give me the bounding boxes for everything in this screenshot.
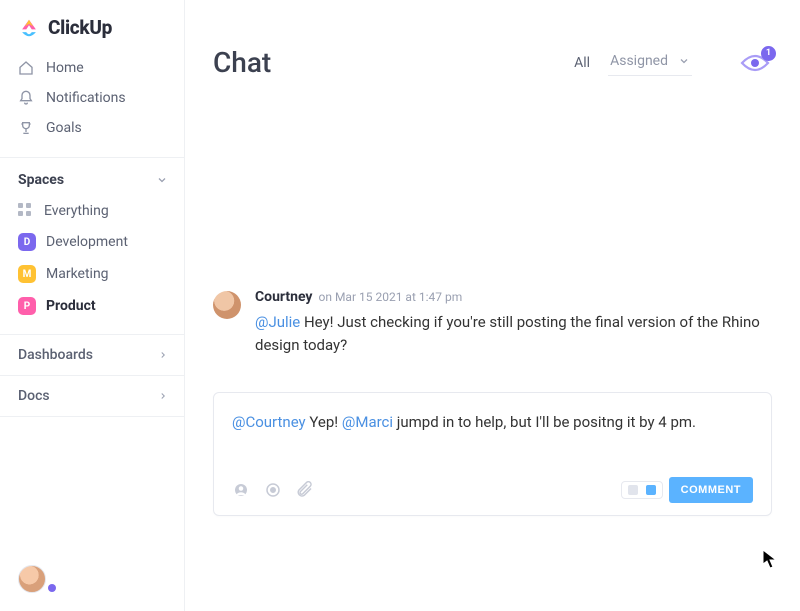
message-text-body: Hey! Just checking if you're still posti… [255, 313, 760, 354]
message-header: Courtney on Mar 15 2021 at 1:47 pm [255, 289, 772, 305]
nav-label: Goals [46, 120, 82, 136]
nav-dashboards[interactable]: Dashboards [0, 334, 184, 375]
meta-prefix: on [318, 290, 331, 304]
message-author: Courtney [255, 289, 312, 305]
message-body: Courtney on Mar 15 2021 at 1:47 pm @Juli… [255, 289, 772, 358]
mention[interactable]: @Marci [342, 413, 393, 431]
space-label: Marketing [46, 266, 109, 282]
nav-label: Notifications [46, 90, 126, 106]
space-label: Development [46, 234, 128, 250]
divider [0, 157, 184, 158]
spaces-heading[interactable]: Spaces [0, 164, 184, 190]
mention[interactable]: @Julie [255, 313, 300, 331]
composer-toolbar: COMMENT [232, 477, 753, 503]
chevron-down-icon [678, 55, 690, 67]
watchers-button[interactable]: 1 [740, 52, 770, 74]
nav-list: Home Notifications Goals [0, 53, 184, 151]
nav-docs[interactable]: Docs [0, 375, 184, 417]
space-badge: M [18, 265, 36, 283]
message-text: @Julie Hey! Just checking if you're stil… [255, 311, 772, 358]
chevron-right-icon [158, 391, 168, 401]
mention-icon[interactable] [232, 481, 250, 499]
section-label: Spaces [18, 172, 64, 188]
avatar [18, 565, 46, 593]
filter-row: All Assigned 1 [574, 49, 770, 76]
nav-goals[interactable]: Goals [8, 113, 176, 143]
space-list: Everything D Development M Marketing P P… [0, 190, 184, 334]
nav-label: Home [46, 60, 84, 76]
filter-assigned-label: Assigned [610, 53, 668, 69]
grid-icon [18, 203, 34, 219]
composer-text-part: Yep! [306, 413, 342, 431]
chevron-down-icon [156, 174, 168, 186]
clickup-logo-icon [18, 17, 40, 39]
message-meta: on Mar 15 2021 at 1:47 pm [318, 290, 462, 304]
sidebar: ClickUp Home Notifications Goals [0, 0, 185, 611]
composer-toggle[interactable] [621, 481, 663, 499]
trophy-icon [18, 120, 34, 136]
avatar[interactable] [213, 291, 241, 319]
space-marketing[interactable]: M Marketing [8, 258, 176, 290]
mention[interactable]: @Courtney [232, 413, 306, 431]
filter-all[interactable]: All [574, 55, 590, 71]
page-title: Chat [213, 46, 271, 79]
chat-message: Courtney on Mar 15 2021 at 1:47 pm @Juli… [213, 289, 772, 358]
section-label: Dashboards [18, 347, 93, 363]
home-icon [18, 60, 34, 76]
chat-header: Chat All Assigned 1 [185, 0, 800, 79]
space-badge: P [18, 297, 36, 315]
presence-indicator [48, 584, 56, 592]
attachment-icon[interactable] [296, 481, 314, 499]
meta-date: Mar 15 2021 at 1:47 pm [335, 290, 462, 304]
space-product[interactable]: P Product [8, 290, 176, 322]
watcher-count-badge: 1 [761, 46, 776, 61]
space-badge: D [18, 233, 36, 251]
cursor-icon [762, 549, 778, 569]
brand-name: ClickUp [48, 16, 112, 39]
composer-textarea[interactable]: @Courtney Yep! @Marci jumpd in to help, … [232, 411, 753, 459]
space-everything[interactable]: Everything [8, 196, 176, 226]
sidebar-user[interactable] [0, 553, 184, 611]
section-label: Docs [18, 388, 50, 404]
main: Chat All Assigned 1 [185, 0, 800, 611]
chevron-right-icon [158, 350, 168, 360]
nav-notifications[interactable]: Notifications [8, 83, 176, 113]
chat-area: Courtney on Mar 15 2021 at 1:47 pm @Juli… [185, 79, 800, 611]
comment-button[interactable]: COMMENT [669, 477, 753, 503]
composer-text-part: jumpd in to help, but I'll be positng it… [393, 413, 696, 431]
toggle-on-icon [646, 485, 656, 495]
record-icon[interactable] [264, 481, 282, 499]
space-label: Everything [44, 203, 109, 219]
bell-icon [18, 90, 34, 106]
space-development[interactable]: D Development [8, 226, 176, 258]
filter-assigned[interactable]: Assigned [608, 49, 692, 76]
toggle-off-icon [628, 485, 638, 495]
nav-home[interactable]: Home [8, 53, 176, 83]
space-label: Product [46, 298, 96, 314]
comment-composer[interactable]: @Courtney Yep! @Marci jumpd in to help, … [213, 392, 772, 516]
logo[interactable]: ClickUp [0, 0, 184, 53]
